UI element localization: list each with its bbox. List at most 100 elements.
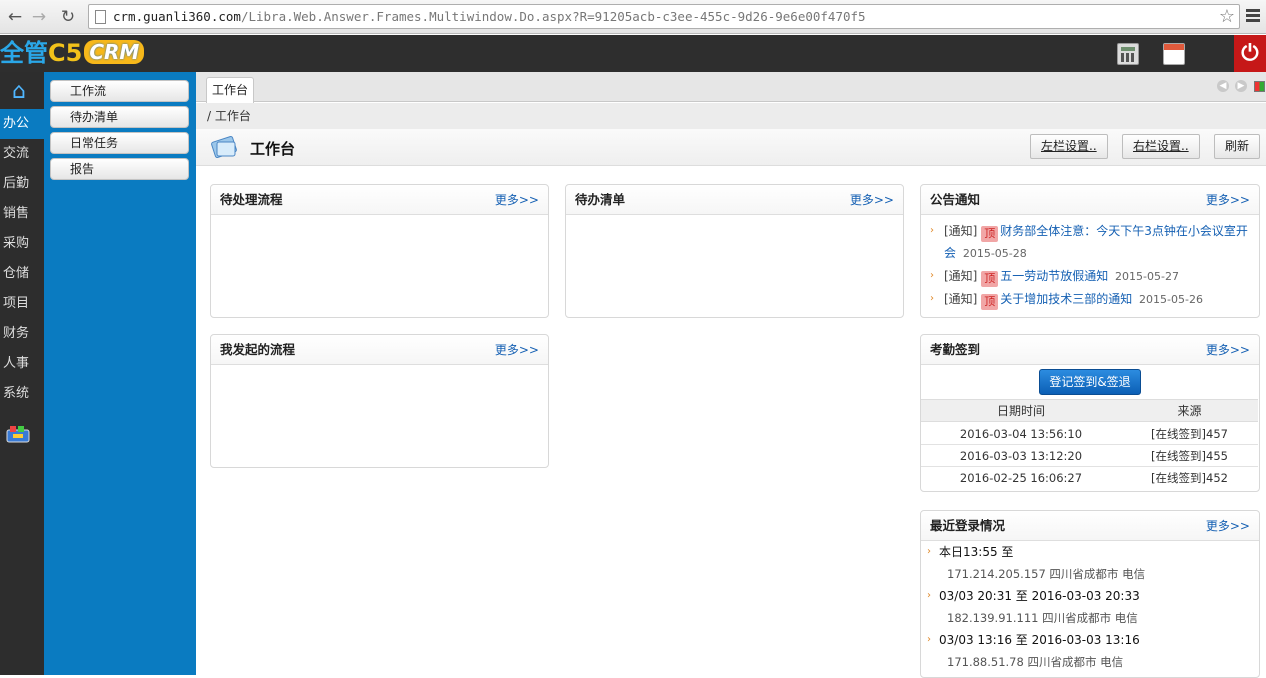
login-time: 03/03 13:16 至 2016-03-03 13:16 [939, 633, 1140, 647]
address-bar[interactable]: crm.guanli360.com/Libra.Web.Answer.Frame… [88, 4, 1240, 29]
more-link[interactable]: 更多>> [1206, 185, 1250, 215]
module-nav: ⌂ 办公 交流 后勤 销售 采购 仓储 项目 财务 人事 系统 [0, 72, 44, 675]
cell-time: 2016-02-25 16:06:27 [959, 471, 1083, 485]
calendar-icon[interactable] [1163, 43, 1185, 65]
nav-item-logistics[interactable]: 后勤 [0, 169, 44, 199]
panel-header: 最近登录情况 更多>> [921, 511, 1259, 541]
more-link[interactable]: 更多>> [495, 335, 539, 365]
panel-header: 我发起的流程 更多>> [211, 335, 548, 365]
notice-date: 2015-05-28 [962, 247, 1027, 260]
sub-item-todo[interactable]: 待办清单 [50, 106, 189, 128]
pinned-badge: 顶 [981, 271, 999, 287]
check-in-button[interactable]: 登记签到&签退 [1039, 369, 1141, 395]
calculator-icon[interactable] [1117, 43, 1139, 65]
panel-header: 待办清单 更多>> [566, 185, 903, 215]
more-link[interactable]: 更多>> [495, 185, 539, 215]
url-host: crm.guanli360.com [113, 9, 241, 24]
table-row: 2016-02-25 16:06:27 [在线签到]452 [921, 467, 1258, 489]
list-item: › 本日13:55 至 171.214.205.157 四川省成都市 电信 [927, 541, 1247, 585]
more-link[interactable]: 更多>> [1206, 511, 1250, 541]
nav-item-warehouse[interactable]: 仓储 [0, 259, 44, 289]
forward-icon[interactable]: → [28, 6, 50, 28]
cell-time: 2016-03-03 13:12:20 [959, 449, 1083, 463]
nav-item-finance[interactable]: 财务 [0, 319, 44, 349]
home-icon[interactable]: ⌂ [7, 80, 31, 104]
panel-title: 我发起的流程 [220, 342, 296, 357]
panel-title: 公告通知 [930, 192, 981, 207]
panel-header: 待处理流程 更多>> [211, 185, 548, 215]
pinned-badge: 顶 [981, 294, 999, 310]
notice-list: › [通知] 顶财务部全体注意：今天下午3点钟在小会议室开会 2015-05-2… [921, 215, 1259, 311]
nav-item-hr[interactable]: 人事 [0, 349, 44, 379]
panel-title: 待处理流程 [220, 192, 283, 207]
logout-button[interactable]: ⏻ [1234, 35, 1266, 72]
reload-icon[interactable]: ↻ [57, 6, 79, 28]
pending-flow-panel: 待处理流程 更多>> [210, 184, 549, 318]
bullet-icon: › [927, 546, 931, 557]
login-ip: 171.214.205.157 四川省成都市 电信 [947, 567, 1146, 581]
workbench-icon [211, 136, 237, 158]
list-item: › [通知] 顶关于增加技术三部的通知 2015-05-26 [929, 288, 1251, 311]
notice-title-link[interactable]: 五一劳动节放假通知 [1000, 269, 1108, 283]
cell-source: [在线签到]457 [1151, 427, 1228, 441]
bookmark-star-icon[interactable]: ☆ [1219, 6, 1235, 27]
table-row: 2016-03-03 13:12:20 [在线签到]455 [921, 445, 1258, 467]
notice-type: [通知] [944, 224, 978, 238]
app-header: 全管C5 CRM ⏻ [0, 35, 1266, 72]
list-item: › 03/03 20:31 至 2016-03-03 20:33 182.139.… [927, 585, 1247, 629]
tab-workbench[interactable]: 工作台 [206, 77, 254, 103]
notice-type: [通知] [944, 269, 978, 283]
logo-text-2: C5 [48, 39, 83, 67]
right-column-settings-button[interactable]: 右栏设置.. [1122, 134, 1200, 159]
sub-item-workflow[interactable]: 工作流 [50, 80, 189, 102]
column-header: 来源 [1177, 404, 1202, 418]
more-link[interactable]: 更多>> [850, 185, 894, 215]
bullet-icon: › [930, 225, 934, 236]
login-time: 03/03 20:31 至 2016-03-03 20:33 [939, 589, 1140, 603]
sub-item-report[interactable]: 报告 [50, 158, 189, 180]
list-item: › 03/03 13:16 至 2016-03-03 13:16 171.88.5… [927, 629, 1247, 673]
sub-item-daily-task[interactable]: 日常任务 [50, 132, 189, 154]
notice-date: 2015-05-27 [1115, 270, 1179, 283]
nav-item-system[interactable]: 系统 [0, 379, 44, 409]
todo-panel: 待办清单 更多>> [565, 184, 904, 318]
panel-title: 最近登录情况 [930, 518, 1006, 533]
bullet-icon: › [927, 590, 931, 601]
left-column-settings-button[interactable]: 左栏设置.. [1030, 134, 1108, 159]
notice-type: [通知] [944, 292, 978, 306]
cell-source: [在线签到]452 [1151, 471, 1228, 485]
notice-panel: 公告通知 更多>> › [通知] 顶财务部全体注意：今天下午3点钟在小会议室开会… [920, 184, 1260, 318]
window-grid-icon[interactable] [1254, 81, 1265, 92]
toolbox-icon[interactable] [5, 424, 31, 446]
more-link[interactable]: 更多>> [1206, 335, 1250, 365]
tab-prev-icon[interactable]: ◀ [1217, 80, 1229, 92]
bullet-icon: › [930, 293, 934, 304]
nav-item-purchase[interactable]: 采购 [0, 229, 44, 259]
page-title: 工作台 [250, 140, 296, 158]
notice-title-link[interactable]: 关于增加技术三部的通知 [1000, 292, 1132, 306]
tab-next-icon[interactable]: ▶ [1235, 80, 1247, 92]
right-settings-label: 右栏设置.. [1133, 139, 1189, 153]
main-content: 工作台 ◀ ▶ / 工作台 工作台 左栏设置.. 右栏设置.. 刷新 待处理流程… [196, 72, 1266, 678]
recent-login-panel: 最近登录情况 更多>> › 本日13:55 至 171.214.205.157 四… [920, 510, 1260, 678]
sub-menu: 工作流 待办清单 日常任务 报告 [44, 72, 196, 675]
refresh-button[interactable]: 刷新 [1214, 134, 1261, 159]
back-icon[interactable]: ← [4, 6, 26, 28]
browser-toolbar: ← → ↻ crm.guanli360.com/Libra.Web.Answer… [0, 0, 1266, 34]
nav-item-project[interactable]: 项目 [0, 289, 44, 319]
my-flow-panel: 我发起的流程 更多>> [210, 334, 549, 468]
left-settings-label: 左栏设置.. [1041, 139, 1097, 153]
column-header: 日期时间 [996, 404, 1045, 418]
pinned-badge: 顶 [981, 226, 999, 242]
browser-menu-icon[interactable] [1246, 9, 1260, 24]
nav-item-office[interactable]: 办公 [0, 109, 44, 139]
nav-item-sales[interactable]: 销售 [0, 199, 44, 229]
bullet-icon: › [927, 634, 931, 645]
tab-bar: 工作台 ◀ ▶ [196, 72, 1266, 103]
nav-item-communication[interactable]: 交流 [0, 139, 44, 169]
panel-header: 考勤签到 更多>> [921, 335, 1259, 365]
cell-time: 2016-03-04 13:56:10 [959, 427, 1083, 441]
table-row: 2016-03-04 13:56:10 [在线签到]457 [921, 423, 1258, 445]
bullet-icon: › [930, 270, 934, 281]
logo-text-3: CRM [84, 40, 145, 64]
